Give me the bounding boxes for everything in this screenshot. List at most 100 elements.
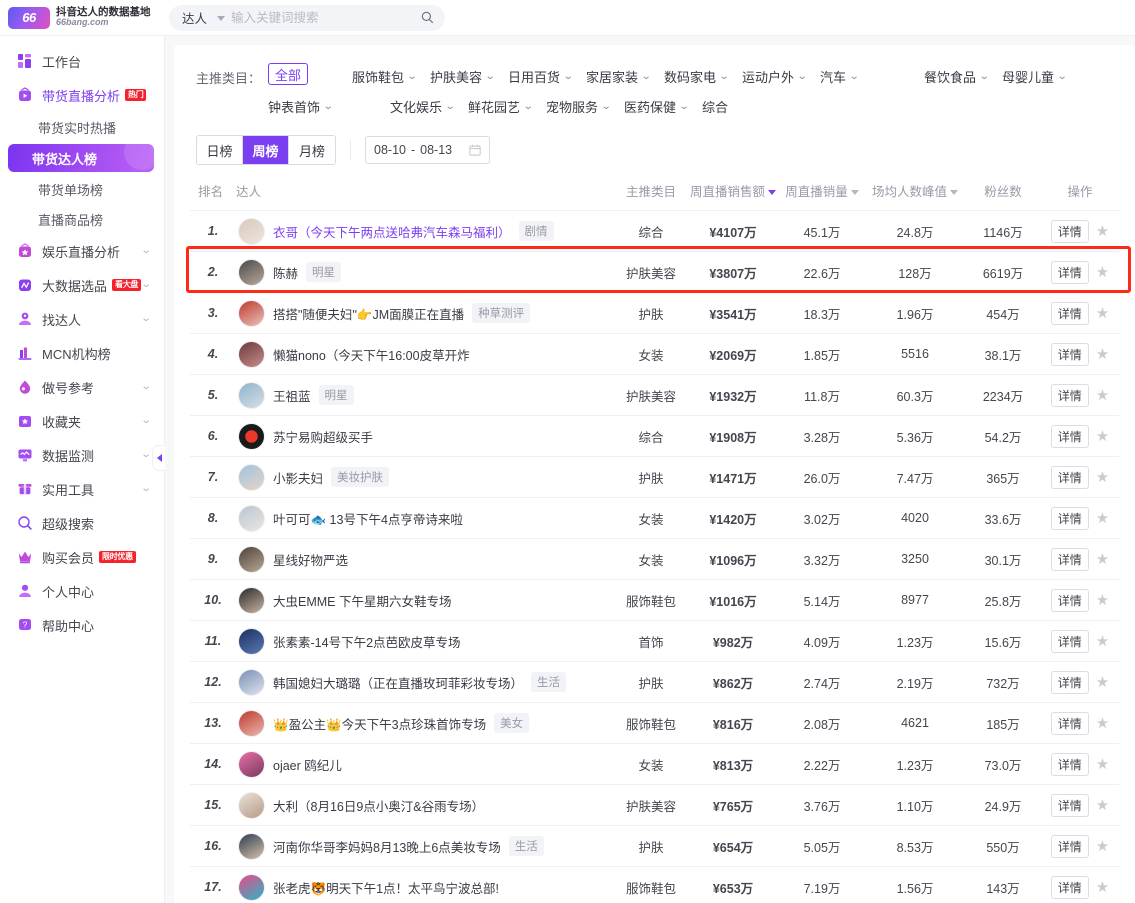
sidebar-subitem-talent-ranking[interactable]: 带货达人榜: [8, 144, 154, 172]
category-daily-goods[interactable]: 日用百货 ⌄: [508, 63, 586, 89]
date-range-picker[interactable]: 08-10 - 08-13: [365, 136, 490, 164]
detail-button[interactable]: 详情: [1050, 424, 1089, 448]
talent-name[interactable]: 小影夫妇: [273, 468, 323, 487]
talent-name[interactable]: 河南你华哥李妈妈8月13晚上6点美妆专场: [273, 837, 501, 856]
chevron-down-icon[interactable]: ⌄: [601, 101, 612, 112]
chevron-down-icon[interactable]: ⌄: [641, 71, 652, 82]
search-input[interactable]: [231, 10, 415, 25]
talent-cell[interactable]: 王祖蓝 明星: [236, 374, 615, 416]
favorite-star-icon[interactable]: ★: [1096, 675, 1109, 690]
chevron-down-icon[interactable]: ⌄: [979, 71, 990, 82]
favorite-star-icon[interactable]: ★: [1096, 388, 1109, 403]
table-row[interactable]: 8. 叶可可🐟 13号下午4点亨帝诗来啦 女装 ¥1420万 3.02万 4020 33.6…: [190, 497, 1119, 539]
sidebar-subitem-realtime-live[interactable]: 带货实时热播: [0, 112, 164, 142]
sidebar-subitem-live-product-ranking[interactable]: 直播商品榜: [0, 204, 164, 234]
category-maternal-child[interactable]: 母婴儿童 ⌄: [1002, 63, 1080, 89]
table-row[interactable]: 4. 懒猫nono（今天下午16:00皮草开炸 女装 ¥2069万 1.85万 5516 3…: [190, 333, 1119, 375]
detail-button[interactable]: 详情: [1050, 588, 1089, 612]
chevron-down-icon[interactable]: ⌄: [140, 245, 151, 256]
chevron-down-icon[interactable]: ⌄: [719, 71, 730, 82]
sort-desc-icon[interactable]: [950, 190, 958, 195]
sidebar-item-data-monitoring[interactable]: 数据监测 ⌄: [0, 438, 164, 472]
category-pet-services[interactable]: 宠物服务 ⌄: [546, 93, 624, 119]
table-row[interactable]: 10. 大虫EMME 下午星期六女鞋专场 服饰鞋包 ¥1016万 5.14万 8977 25…: [190, 579, 1119, 621]
talent-name[interactable]: 张老虎🐯明天下午1点！太平鸟宁波总部!: [273, 878, 499, 897]
talent-cell[interactable]: 大利（8月16日9点小奥汀&谷雨专场）: [236, 784, 615, 826]
favorite-star-icon[interactable]: ★: [1096, 552, 1109, 567]
talent-cell[interactable]: 👑盈公主👑今天下午3点珍珠首饰专场 美女: [236, 702, 615, 744]
talent-name[interactable]: 👑盈公主👑今天下午3点珍珠首饰专场: [273, 714, 486, 733]
sort-desc-icon[interactable]: [768, 190, 776, 195]
table-row[interactable]: 12. 韩国媳妇大璐璐（正在直播玫珂菲彩妆专场） 生活 护肤 ¥862万 2.74万 2.1…: [190, 661, 1119, 703]
talent-cell[interactable]: 苏宁易购超级买手: [236, 415, 615, 457]
talent-cell[interactable]: 衣哥（今天下午两点送哈弗汽车森马福利） 剧情: [236, 210, 615, 252]
chevron-down-icon[interactable]: ⌄: [485, 71, 496, 82]
chevron-down-icon[interactable]: ⌄: [140, 415, 151, 426]
sidebar-item-bigdata-selection[interactable]: 大数据选品 看大盘 ⌄: [0, 268, 164, 302]
talent-name[interactable]: 韩国媳妇大璐璐（正在直播玫珂菲彩妆专场）: [273, 673, 523, 692]
chevron-down-icon[interactable]: ⌄: [323, 101, 334, 112]
talent-name[interactable]: 搭搭"随便夫妇"👉JM面膜正在直播: [273, 304, 464, 323]
table-row[interactable]: 11. 张素素-14号下午2点芭欧皮草专场 首饰 ¥982万 4.09万 1.23万 15.…: [190, 620, 1119, 662]
detail-button[interactable]: 详情: [1050, 342, 1089, 366]
chevron-down-icon[interactable]: [217, 16, 226, 21]
talent-cell[interactable]: ojaer 鸥纪儿: [236, 743, 615, 785]
category-digital-appliance[interactable]: 数码家电 ⌄: [664, 63, 742, 89]
chevron-down-icon[interactable]: ⌄: [849, 71, 860, 82]
sort-desc-icon[interactable]: [850, 190, 859, 195]
category-skincare-beauty[interactable]: 护肤美容 ⌄: [430, 63, 508, 89]
detail-button[interactable]: 详情: [1050, 260, 1089, 284]
favorite-star-icon[interactable]: ★: [1096, 798, 1109, 813]
table-row[interactable]: 9. 星线好物严选 女装 ¥1096万 3.32万 3250 30.1万 详情 ★: [190, 538, 1119, 580]
table-row[interactable]: 6. 苏宁易购超级买手 综合 ¥1908万 3.28万 5.36万 54.2万 详情 ★: [190, 415, 1119, 457]
table-row[interactable]: 13. 👑盈公主👑今天下午3点珍珠首饰专场 美女 服饰鞋包 ¥816万 2.08万 4621…: [190, 702, 1119, 744]
talent-name[interactable]: 苏宁易购超级买手: [273, 427, 373, 446]
talent-name[interactable]: 衣哥（今天下午两点送哈弗汽车森马福利）: [273, 222, 511, 241]
talent-name[interactable]: 王祖蓝: [273, 386, 311, 405]
talent-cell[interactable]: 叶可可🐟 13号下午4点亨帝诗来啦: [236, 497, 615, 539]
talent-cell[interactable]: 韩国媳妇大璐璐（正在直播玫珂菲彩妆专场） 生活: [236, 661, 615, 703]
table-row[interactable]: 5. 王祖蓝 明星 护肤美容 ¥1932万 11.8万 60.3万 2234万 详情 ★: [190, 374, 1119, 416]
favorite-star-icon[interactable]: ★: [1096, 593, 1109, 608]
chevron-down-icon[interactable]: ⌄: [1057, 71, 1068, 82]
favorite-star-icon[interactable]: ★: [1096, 634, 1109, 649]
talent-cell[interactable]: 张素素-14号下午2点芭欧皮草专场: [236, 620, 615, 662]
category-automotive[interactable]: 汽车 ⌄: [820, 63, 924, 89]
detail-button[interactable]: 详情: [1050, 465, 1089, 489]
detail-button[interactable]: 详情: [1050, 752, 1089, 776]
collapse-sidebar-icon[interactable]: [152, 445, 165, 471]
category-culture-entertainment[interactable]: 文化娱乐 ⌄: [390, 93, 468, 119]
chevron-down-icon[interactable]: ⌄: [563, 71, 574, 82]
favorite-star-icon[interactable]: ★: [1096, 839, 1109, 854]
category-food-beverage[interactable]: 餐饮食品 ⌄: [924, 63, 1002, 89]
favorite-star-icon[interactable]: ★: [1096, 265, 1109, 280]
favorite-star-icon[interactable]: ★: [1096, 880, 1109, 895]
sidebar-item-buy-membership[interactable]: 购买会员 限时优惠: [0, 540, 164, 574]
sidebar-item-help-center[interactable]: ? 帮助中心: [0, 608, 164, 642]
col-sales-amount[interactable]: 周直播销售额: [687, 177, 779, 211]
table-row[interactable]: 3. 搭搭"随便夫妇"👉JM面膜正在直播 种草测评 护肤 ¥3541万 18.3万 1.96…: [190, 292, 1119, 334]
table-row[interactable]: 7. 小影夫妇 美妆护肤 护肤 ¥1471万 26.0万 7.47万 365万 详情 ★: [190, 456, 1119, 498]
chevron-down-icon[interactable]: ⌄: [797, 71, 808, 82]
table-row[interactable]: 1. 衣哥（今天下午两点送哈弗汽车森马福利） 剧情 综合 ¥4107万 45.1万 24.8…: [190, 210, 1119, 252]
talent-name[interactable]: ojaer 鸥纪儿: [273, 755, 342, 774]
sidebar-item-tools[interactable]: 实用工具 ⌄: [0, 472, 164, 506]
search-icon[interactable]: [421, 11, 434, 24]
chevron-down-icon[interactable]: ⌄: [407, 71, 418, 82]
talent-name[interactable]: 大虫EMME 下午星期六女鞋专场: [273, 591, 451, 610]
chevron-down-icon[interactable]: ⌄: [523, 101, 534, 112]
category-apparel[interactable]: 服饰鞋包 ⌄: [352, 63, 430, 89]
sidebar-item-entertainment-analysis[interactable]: 娱乐直播分析 ⌄: [0, 234, 164, 268]
talent-name[interactable]: 张素素-14号下午2点芭欧皮草专场: [273, 632, 461, 651]
sidebar-item-favorites[interactable]: 收藏夹 ⌄: [0, 404, 164, 438]
calendar-icon[interactable]: [469, 144, 481, 156]
chevron-down-icon[interactable]: ⌄: [140, 449, 151, 460]
detail-button[interactable]: 详情: [1050, 219, 1089, 243]
sidebar-item-mcn-ranking[interactable]: MCN机构榜: [0, 336, 164, 370]
detail-button[interactable]: 详情: [1050, 547, 1089, 571]
table-row[interactable]: 2. 陈赫 明星 护肤美容 ¥3807万 22.6万 128万 6619万 详情 ★: [190, 251, 1119, 293]
favorite-star-icon[interactable]: ★: [1096, 306, 1109, 321]
detail-button[interactable]: 详情: [1050, 670, 1089, 694]
favorite-star-icon[interactable]: ★: [1096, 511, 1109, 526]
category-all[interactable]: 全部: [268, 63, 309, 85]
